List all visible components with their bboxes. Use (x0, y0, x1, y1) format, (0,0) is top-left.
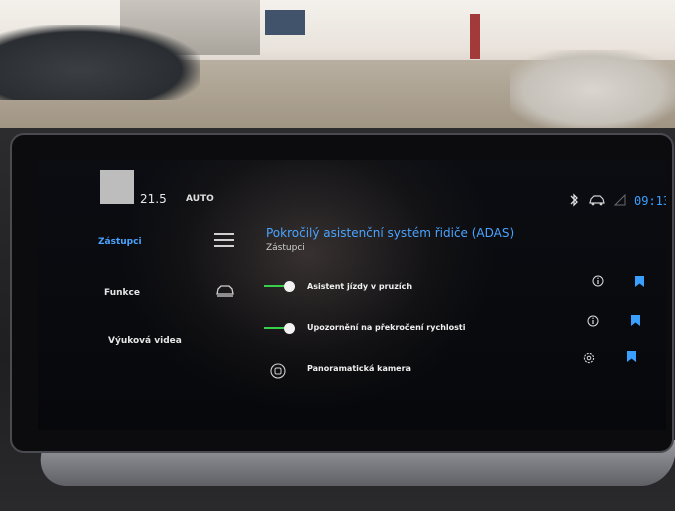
camera-icon[interactable] (270, 363, 286, 379)
car-status-icon (589, 195, 605, 206)
sidebar-item-funkce[interactable]: Funkce (104, 288, 140, 298)
sidebar-item-zastupci[interactable]: Zástupci (98, 237, 142, 247)
temperature-readout[interactable]: 21.5 (140, 192, 167, 206)
red-pole (470, 14, 480, 59)
toggle-knob (284, 323, 295, 334)
clock: 09:13 (634, 194, 666, 208)
car-icon[interactable] (215, 284, 235, 298)
info-icon[interactable] (592, 275, 604, 287)
parked-car-left (0, 25, 200, 100)
lane-assist-toggle[interactable] (264, 281, 298, 292)
infotainment-screen: 21.5 AUTO 09:13 Zástupci Funkce Výuková … (38, 160, 666, 430)
gear-icon[interactable] (583, 352, 595, 364)
toggle-knob (284, 281, 295, 292)
sidebar-item-vyukova-videa[interactable]: Výuková videa (108, 336, 182, 346)
speed-limit-warning-label: Upozornění na překročení rychlosti (307, 323, 466, 332)
bookmark-icon[interactable] (627, 351, 636, 362)
climate-mode[interactable]: AUTO (186, 194, 214, 204)
bluetooth-icon (570, 193, 578, 207)
speed-limit-warning-toggle[interactable] (264, 323, 298, 334)
page-title: Pokročilý asistenční systém řidiče (ADAS… (266, 226, 515, 240)
parked-car-right (510, 50, 675, 130)
signal-icon (614, 194, 626, 206)
bookmark-icon[interactable] (631, 315, 640, 326)
menu-icon[interactable] (214, 233, 234, 247)
bookmark-icon[interactable] (635, 276, 644, 287)
billboard (265, 10, 305, 35)
user-avatar[interactable] (100, 170, 134, 204)
lane-assist-label: Asistent jízdy v pruzích (307, 282, 413, 291)
info-icon[interactable] (587, 315, 599, 327)
panoramic-camera-label: Panoramatická kamera (307, 364, 411, 373)
page-subtitle: Zástupci (266, 243, 305, 253)
